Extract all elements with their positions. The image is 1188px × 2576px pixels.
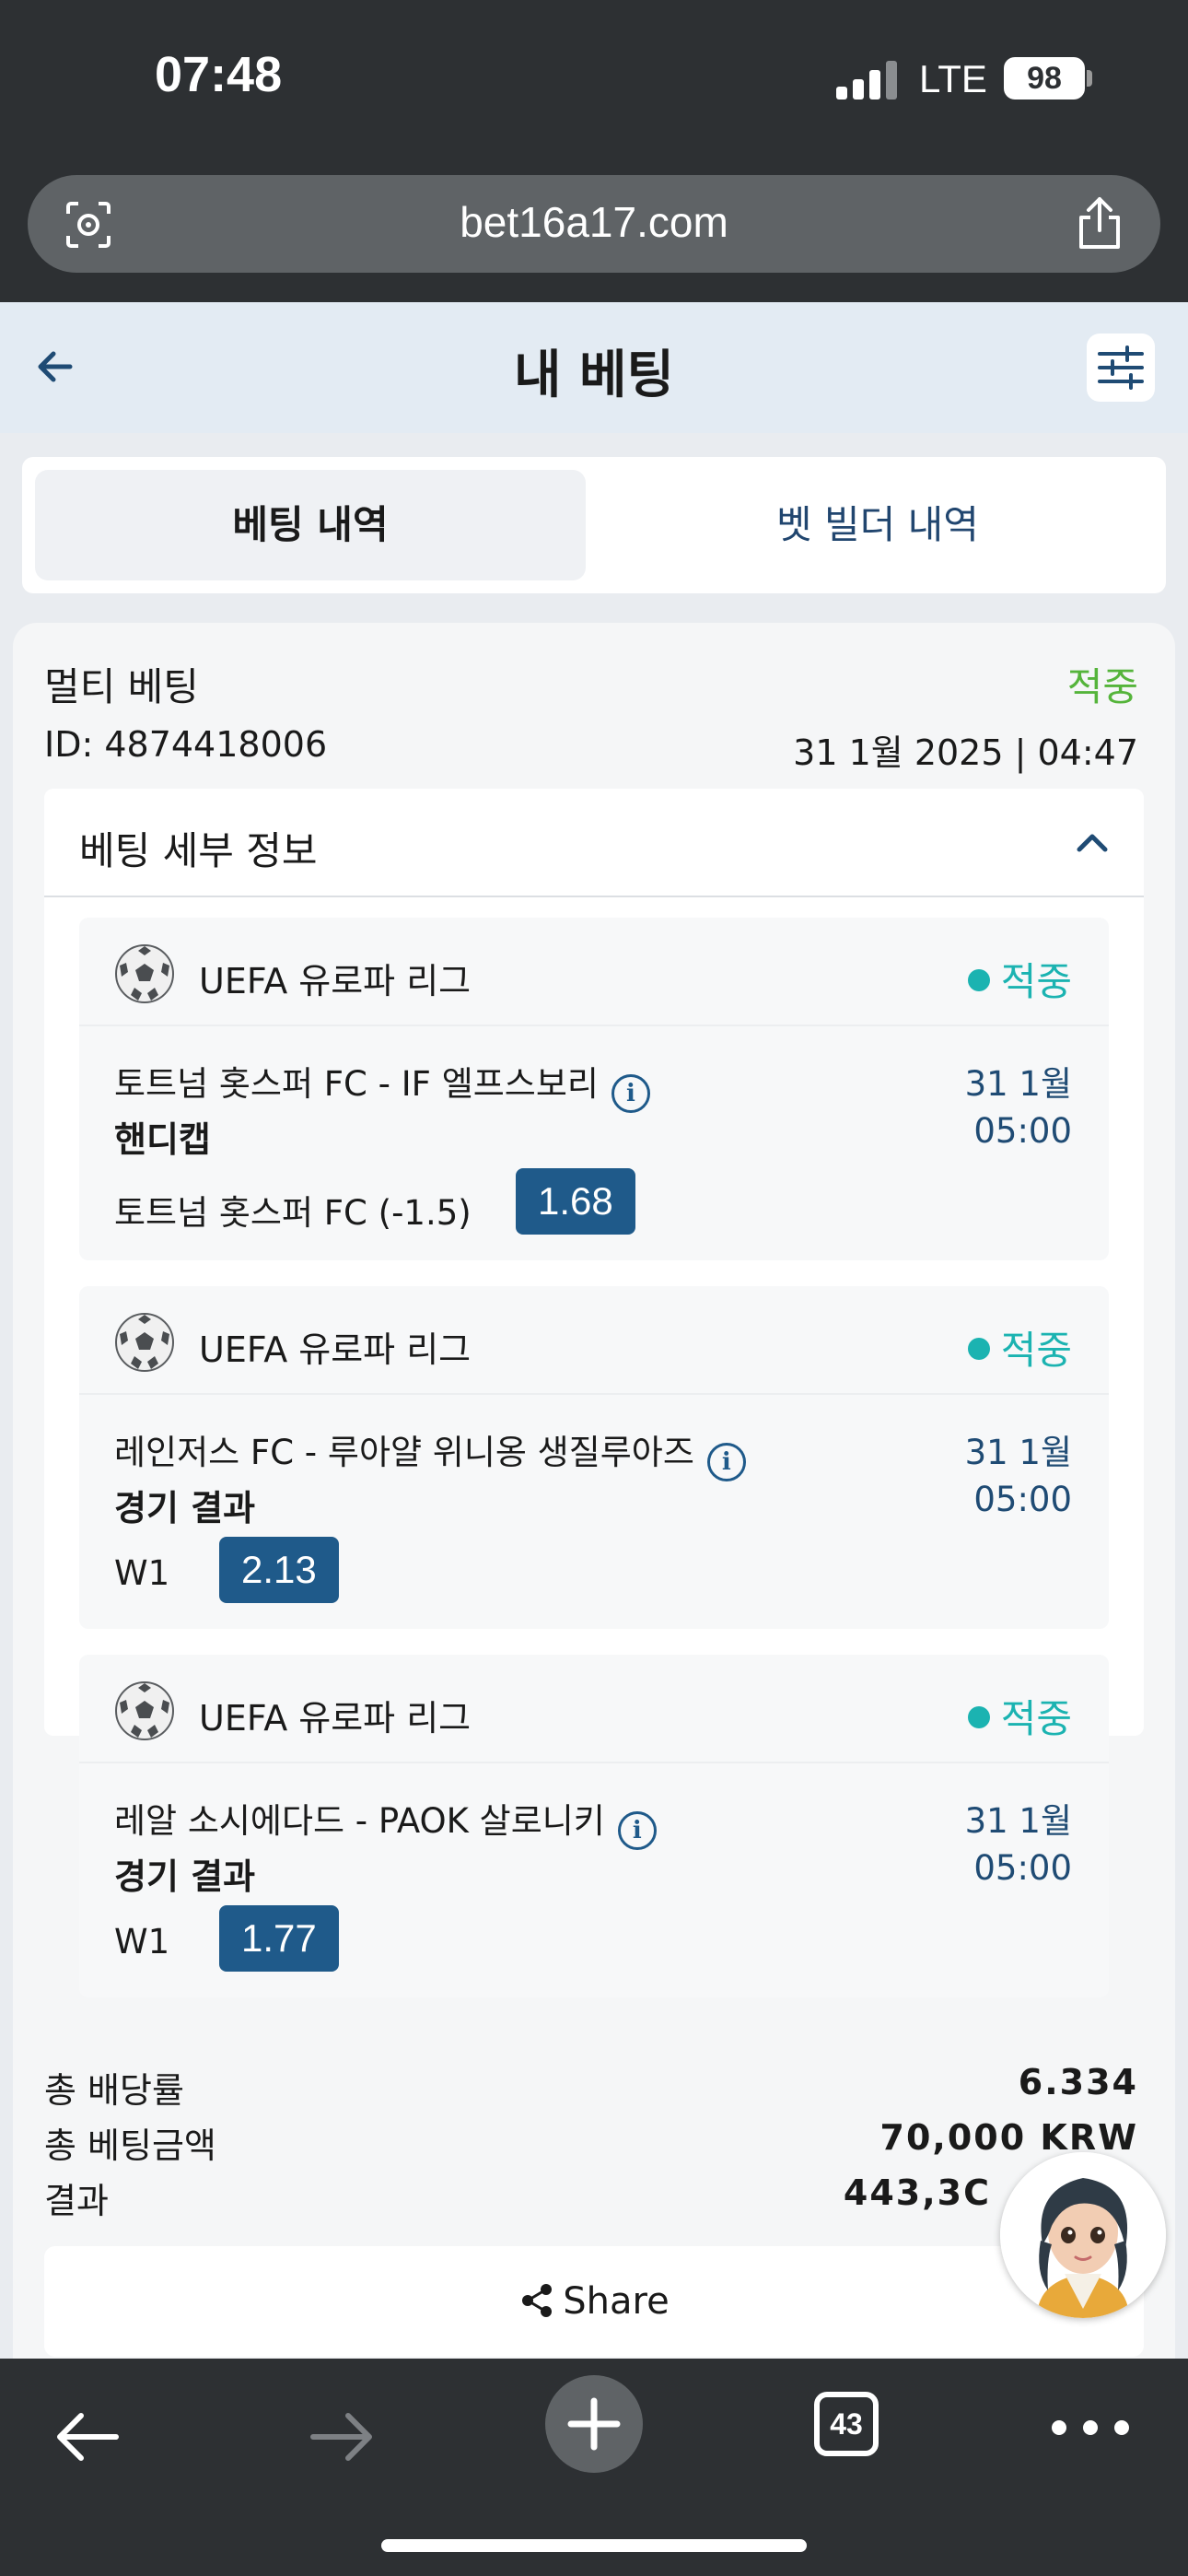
- tab-switcher-button[interactable]: 43: [814, 2392, 879, 2456]
- url-text[interactable]: bet16a17.com: [28, 197, 1160, 247]
- tab-bet-builder-history[interactable]: 벳 빌더 내역: [602, 470, 1153, 580]
- market-name: 경기 결과: [114, 1856, 256, 1897]
- event-date: 31 1월: [964, 1801, 1072, 1841]
- soccer-ball-icon: [115, 1681, 174, 1740]
- soccer-ball-icon: [115, 1313, 174, 1372]
- bet-date: 31 1월 2025 | 04:47: [793, 732, 1138, 773]
- match-teams: 레알 소시에다드 - PAOK 살로니키: [114, 1801, 605, 1841]
- event-date: 31 1월: [964, 1064, 1072, 1104]
- soccer-ball-icon: [115, 944, 174, 1003]
- event-card: UEFA 유로파 리그 적중 레인저스 FC - 루아얄 위니옹 생질루아즈 i …: [79, 1286, 1109, 1629]
- event-card: UEFA 유로파 리그 적중 토트넘 홋스퍼 FC - IF 엘프스보리 i 핸디…: [79, 918, 1109, 1260]
- total-odds-label: 총 배당률: [44, 2070, 184, 2111]
- selection-name: W1: [114, 1922, 170, 1961]
- match-teams: 레인저스 FC - 루아얄 위니옹 생질루아즈: [114, 1433, 694, 1472]
- bet-details-toggle[interactable]: 베팅 세부 정보: [44, 789, 1144, 897]
- support-avatar[interactable]: [1000, 2152, 1166, 2318]
- event-header: UEFA 유로파 리그 적중: [79, 1655, 1109, 1763]
- market-name: 경기 결과: [114, 1488, 256, 1528]
- event-card: UEFA 유로파 리그 적중 레알 소시에다드 - PAOK 살로니키 i 경기 …: [79, 1655, 1109, 1997]
- status-dot: [967, 1338, 990, 1360]
- tab-bet-history[interactable]: 베팅 내역: [35, 470, 586, 580]
- more-menu-icon[interactable]: [1046, 2414, 1135, 2441]
- market-name: 핸디캡: [114, 1119, 211, 1160]
- bet-id: ID: 4874418006: [44, 724, 328, 765]
- selection-name: 토트넘 홋스퍼 FC (-1.5): [114, 1193, 472, 1233]
- share-nodes-icon: [522, 2284, 553, 2317]
- selection-name: W1: [114, 1553, 170, 1593]
- app-header: 내 베팅: [0, 302, 1188, 433]
- event-header: UEFA 유로파 리그 적중: [79, 1286, 1109, 1395]
- match-name: 레알 소시에다드 - PAOK 살로니키 i: [114, 1793, 657, 1850]
- total-stake-value: 70,000 KRW: [879, 2117, 1138, 2158]
- url-bar[interactable]: bet16a17.com: [28, 175, 1160, 273]
- share-icon[interactable]: [1074, 195, 1125, 251]
- signal-icon: [836, 61, 899, 100]
- match-name: 레인저스 FC - 루아얄 위니옹 생질루아즈 i: [114, 1424, 746, 1481]
- match-teams: 토트넘 홋스퍼 FC - IF 엘프스보리: [114, 1064, 599, 1104]
- browser-chrome-top: 07:48 LTE 98 bet16a17.com: [0, 0, 1188, 302]
- page-title: 내 베팅: [513, 345, 675, 405]
- info-icon[interactable]: i: [611, 1074, 650, 1113]
- status-time: 07:48: [155, 47, 283, 102]
- bet-status-badge: 적중: [1066, 664, 1138, 709]
- event-time: 05:00: [973, 1111, 1072, 1151]
- bet-details-title: 베팅 세부 정보: [79, 828, 318, 873]
- event-status: 적중: [967, 951, 1072, 1007]
- bet-details-panel: 베팅 세부 정보 UEFA 유로파 리그 적중 토트넘 홋스퍼 FC - IF …: [44, 789, 1144, 1997]
- browser-back-icon[interactable]: [46, 2395, 129, 2478]
- info-icon[interactable]: i: [706, 1443, 746, 1481]
- network-type: LTE: [919, 57, 987, 100]
- filter-button[interactable]: [1087, 334, 1155, 402]
- odds-badge: 1.68: [516, 1168, 635, 1235]
- bet-card: 멀티 베팅 적중 ID: 4874418006 31 1월 2025 | 04:…: [13, 623, 1175, 2558]
- bet-type: 멀티 베팅: [44, 664, 199, 709]
- odds-badge: 1.77: [219, 1905, 339, 1972]
- league-name: UEFA 유로파 리그: [199, 1698, 472, 1739]
- info-icon[interactable]: i: [617, 1811, 657, 1850]
- chevron-up-icon[interactable]: [1072, 822, 1112, 862]
- home-indicator[interactable]: [381, 2539, 807, 2552]
- league-name: UEFA 유로파 리그: [199, 961, 472, 1001]
- event-status: 적중: [967, 1688, 1072, 1744]
- status-dot: [967, 969, 990, 991]
- total-odds-value: 6.334: [1018, 2062, 1138, 2102]
- odds-badge: 2.13: [219, 1537, 339, 1603]
- event-status: 적중: [967, 1319, 1072, 1376]
- browser-forward-icon[interactable]: [300, 2395, 383, 2478]
- sliders-icon: [1098, 345, 1144, 390]
- total-stake-label: 총 베팅금액: [44, 2125, 216, 2166]
- result-label: 결과: [44, 2181, 109, 2221]
- event-status-label: 적중: [1000, 1696, 1072, 1741]
- new-tab-button[interactable]: [545, 2375, 643, 2473]
- event-date: 31 1월: [964, 1433, 1072, 1472]
- plus-icon: [567, 2397, 621, 2451]
- event-status-label: 적중: [1000, 1328, 1072, 1373]
- event-time: 05:00: [973, 1848, 1072, 1888]
- share-button[interactable]: Share: [44, 2246, 1144, 2357]
- history-tabs: 베팅 내역 벳 빌더 내역: [22, 457, 1166, 593]
- status-dot: [967, 1706, 990, 1728]
- battery-tip: [1087, 70, 1092, 87]
- result-value: 443,3C: [843, 2172, 991, 2213]
- match-name: 토트넘 홋스퍼 FC - IF 엘프스보리 i: [114, 1056, 650, 1113]
- league-name: UEFA 유로파 리그: [199, 1329, 472, 1370]
- assistant-avatar-icon: [1000, 2152, 1166, 2318]
- battery-icon: 98: [1004, 57, 1085, 100]
- event-status-label: 적중: [1000, 959, 1072, 1004]
- event-time: 05:00: [973, 1480, 1072, 1519]
- share-label: Share: [563, 2280, 670, 2323]
- event-header: UEFA 유로파 리그 적중: [79, 918, 1109, 1026]
